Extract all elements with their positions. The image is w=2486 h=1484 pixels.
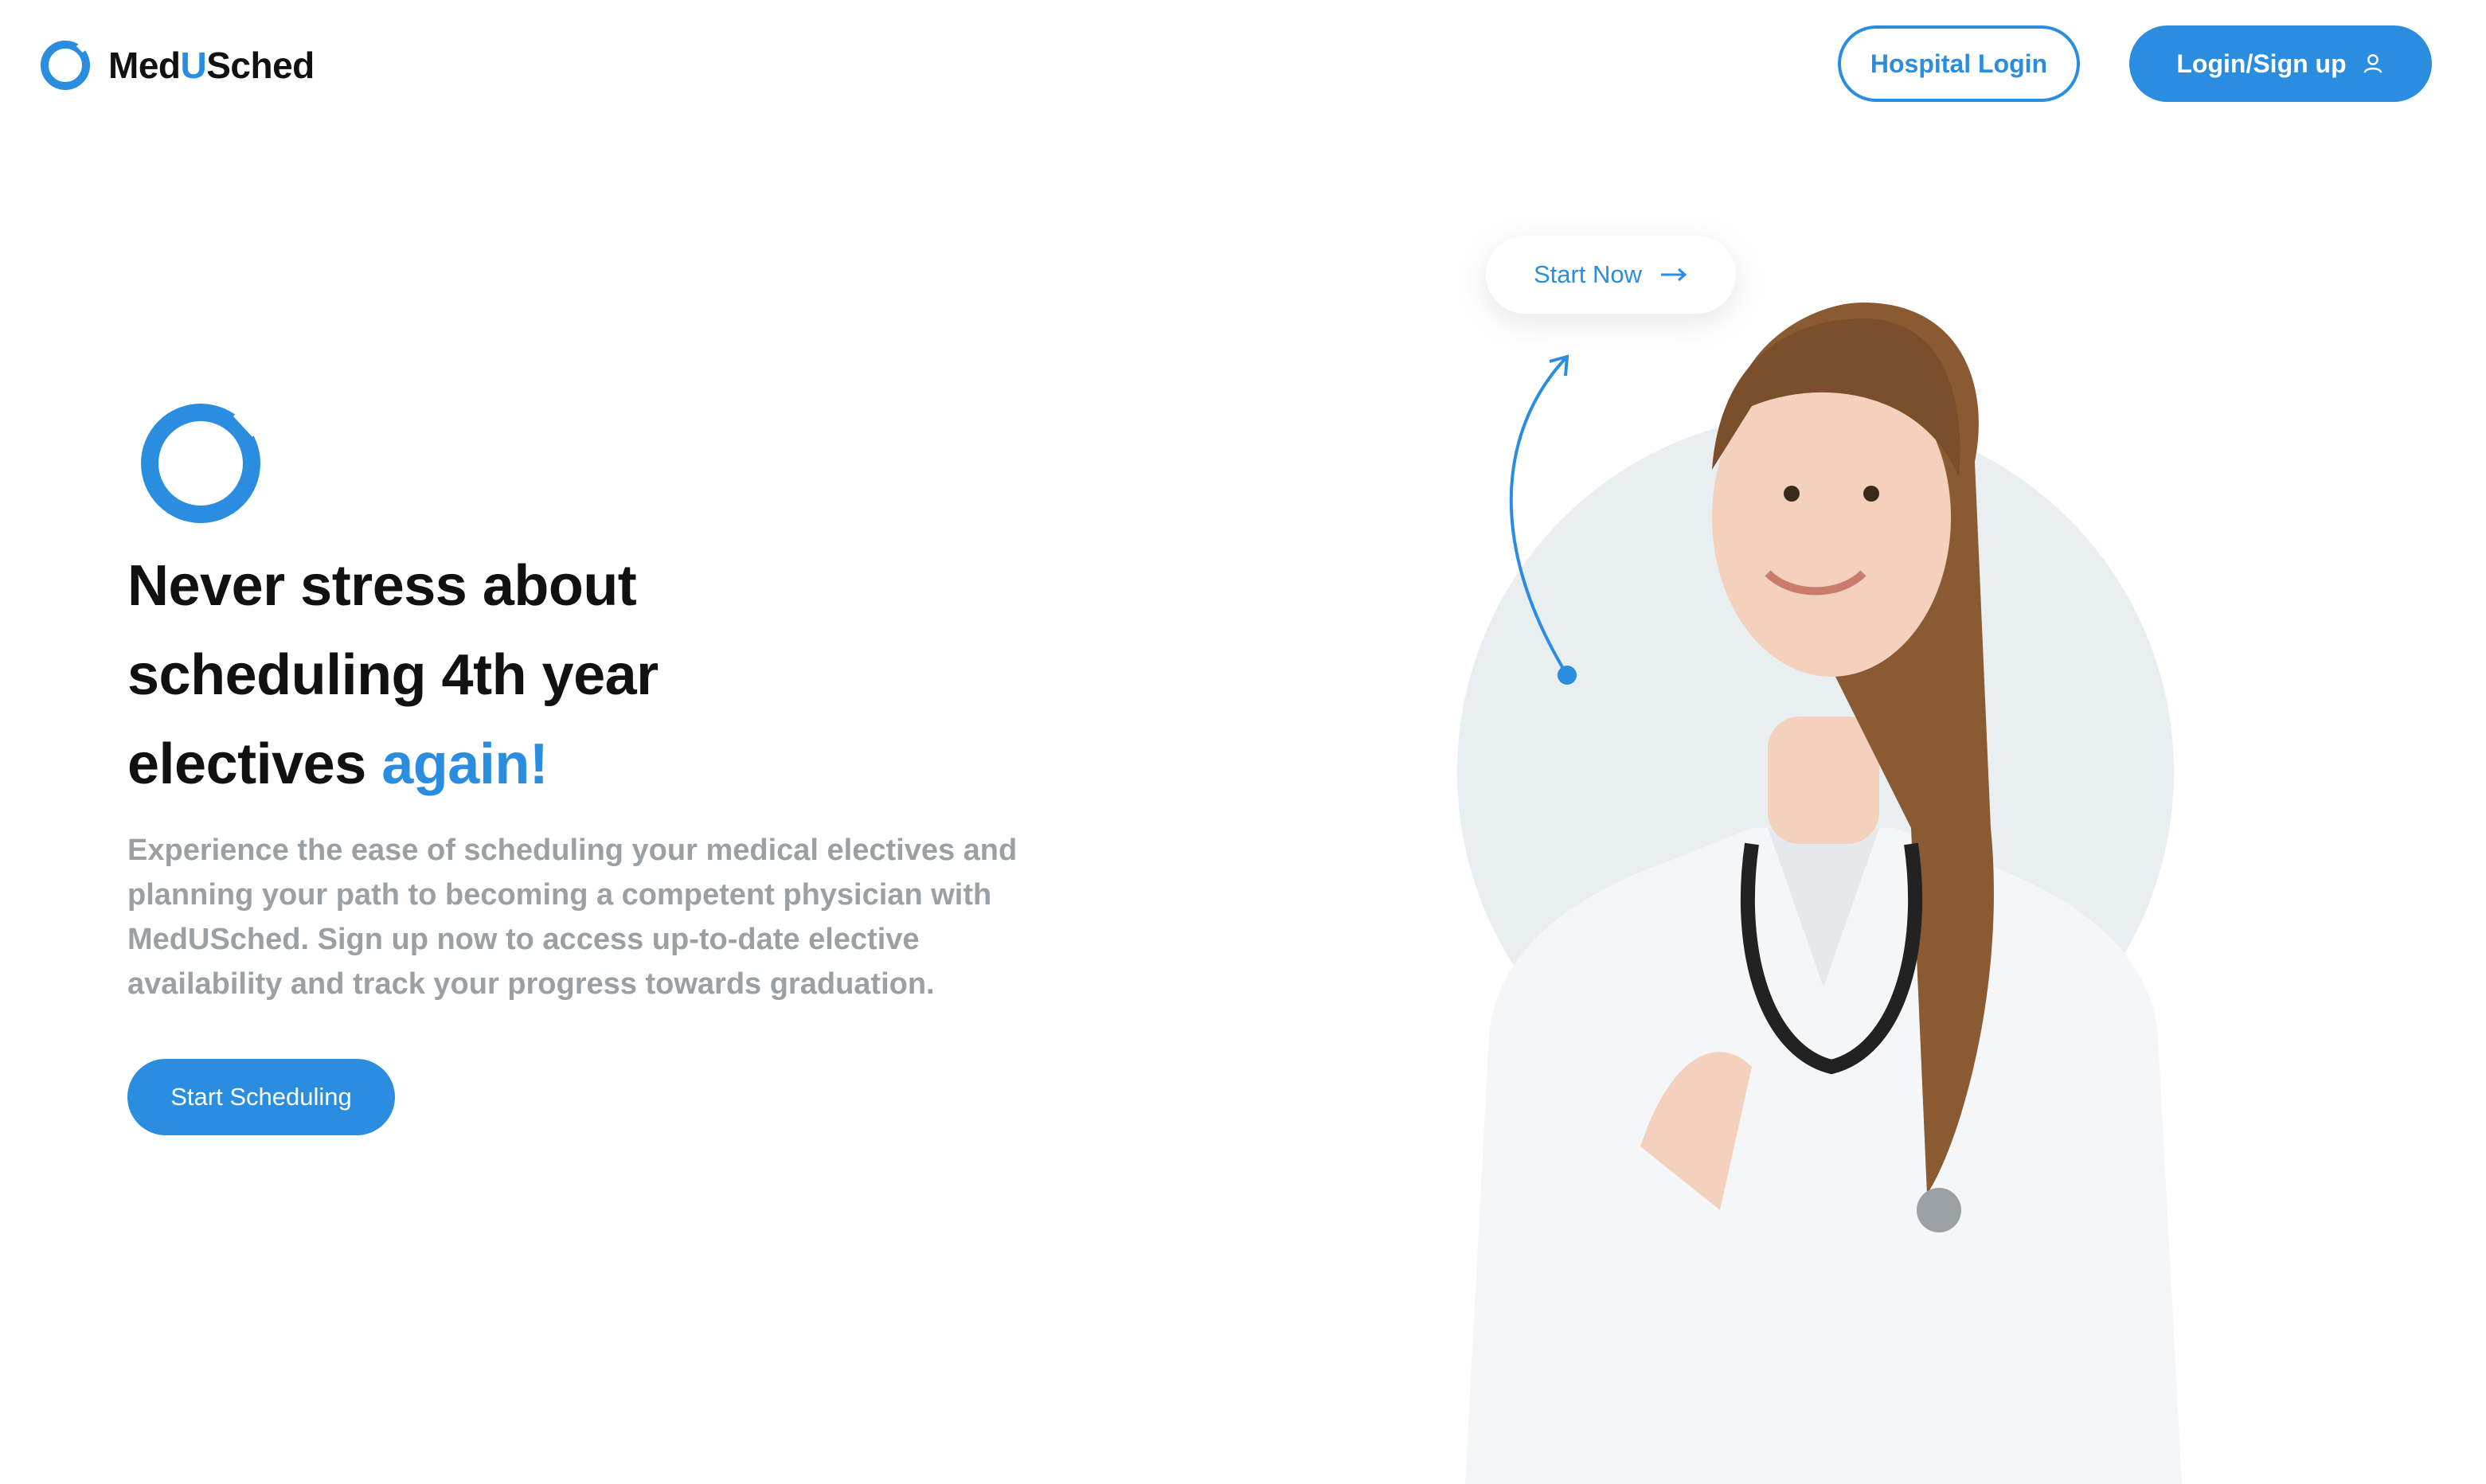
login-signup-label: Login/Sign up	[2176, 49, 2347, 78]
start-now-button[interactable]: Start Now	[1486, 236, 1736, 314]
headline-line-2: scheduling 4th year	[127, 643, 659, 707]
brand-name-accent: U	[180, 45, 207, 86]
hero-ring-logo-icon	[141, 404, 261, 523]
hero-headline: Never stress about scheduling 4th year e…	[127, 541, 924, 809]
brand-name: Med U Sched	[108, 44, 315, 87]
ring-logo-icon	[41, 41, 90, 90]
brand-name-part3: Sched	[206, 45, 315, 86]
user-icon	[2363, 54, 2382, 73]
start-now-label: Start Now	[1533, 260, 1643, 288]
headline-accent: again!	[381, 732, 549, 796]
login-signup-button[interactable]: Login/Sign up	[2129, 25, 2432, 102]
curved-arrow-icon	[1509, 354, 1577, 685]
brand-name-part1: Med	[108, 45, 181, 86]
arrow-right-icon	[1661, 268, 1687, 282]
site-header: Med U Sched Hospital Login Login/Sign up	[0, 0, 2486, 127]
hero-description: Experience the ease of scheduling your m…	[127, 834, 1018, 1001]
headline-line-1: Never stress about	[127, 554, 637, 618]
brand[interactable]: Med U Sched	[37, 35, 315, 96]
hospital-login-button[interactable]: Hospital Login	[1838, 25, 2080, 102]
headline-line-3: electives again!	[127, 720, 924, 809]
headline-line-3-text: electives	[127, 732, 382, 796]
start-scheduling-button[interactable]: Start Scheduling	[127, 1059, 395, 1135]
